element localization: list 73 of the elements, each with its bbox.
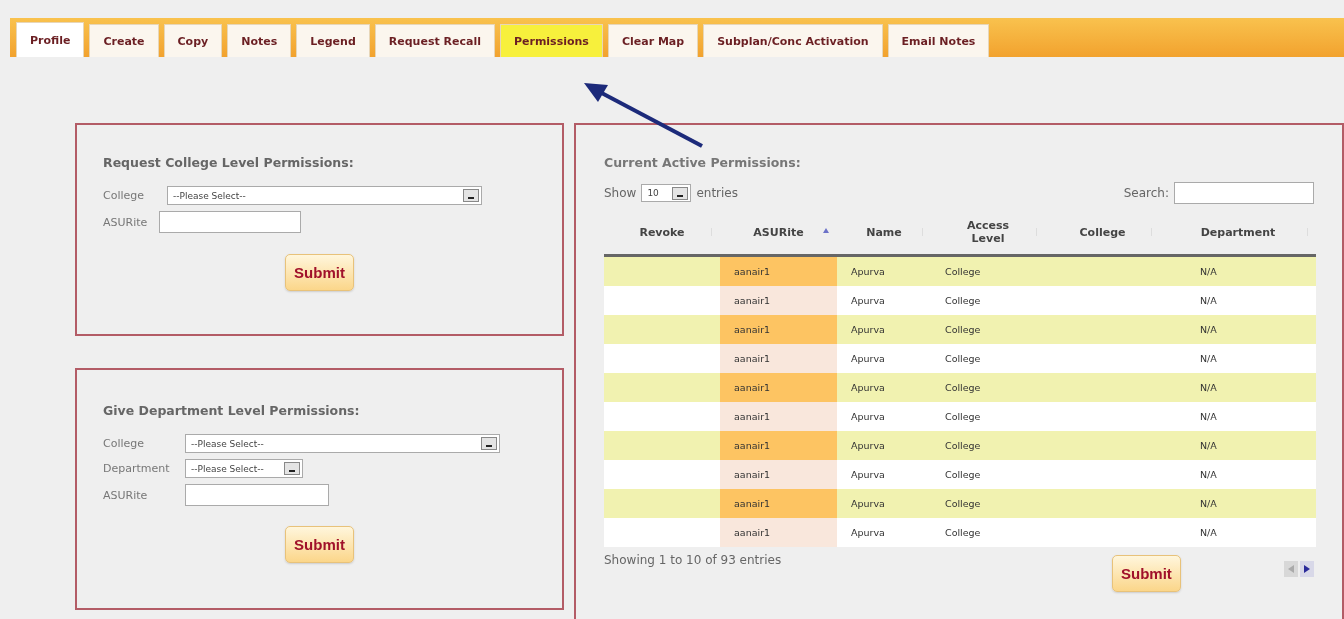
next-page-icon[interactable]	[1300, 561, 1314, 577]
table-cell: College	[931, 344, 1045, 373]
table-cell: aanair1	[720, 489, 837, 518]
table-cell: aanair1	[720, 373, 837, 402]
dropdown-field[interactable]: --Please Select--	[167, 186, 482, 205]
text-field[interactable]	[185, 484, 329, 506]
table-cell: N/A	[1160, 518, 1316, 547]
search-field[interactable]	[1174, 182, 1314, 204]
dropdown-field[interactable]: --Please Select--	[185, 459, 303, 478]
table-cell: Apurva	[837, 286, 931, 315]
table-cell: College	[931, 255, 1045, 286]
table-cell: College	[931, 315, 1045, 344]
table-cell: Apurva	[837, 518, 931, 547]
dropdown-field[interactable]: --Please Select--	[185, 434, 500, 453]
submit-button[interactable]: Submit	[1112, 555, 1181, 592]
table-cell: aanair1	[720, 518, 837, 547]
tab[interactable]: Profile	[16, 22, 85, 57]
table-cell: aanair1	[720, 344, 837, 373]
entries-info: Showing 1 to 10 of 93 entries	[604, 553, 783, 567]
table-cell: College	[931, 460, 1045, 489]
panel-title: Request College Level Permissions:	[103, 155, 355, 170]
table-cell: College	[931, 431, 1045, 460]
tab[interactable]: Legend	[296, 24, 370, 57]
table-cell: College	[931, 373, 1045, 402]
table-cell: aanair1	[720, 402, 837, 431]
submit-button[interactable]: Submit	[285, 526, 354, 563]
table-cell: N/A	[1160, 286, 1316, 315]
table-cell: College	[931, 518, 1045, 547]
table-cell: N/A	[1160, 255, 1316, 286]
field-label: ASURite	[103, 488, 149, 502]
table-cell: Apurva	[837, 460, 931, 489]
table-cell: Apurva	[837, 402, 931, 431]
table-cell: College	[931, 402, 1045, 431]
field-label: College	[103, 437, 146, 450]
field-label: College	[103, 189, 146, 202]
table-cell: N/A	[1160, 489, 1316, 518]
search-label: Search:	[1123, 186, 1169, 200]
tab[interactable]: Subplan/Conc Activation	[703, 24, 883, 57]
tab[interactable]: Clear Map	[607, 24, 699, 57]
tab[interactable]: Notes	[227, 24, 292, 57]
table-cell: aanair1	[720, 286, 837, 315]
tab[interactable]: Request Recall	[374, 24, 495, 57]
table-cell: N/A	[1160, 344, 1316, 373]
table-cell: N/A	[1160, 460, 1316, 489]
table-cell: N/A	[1160, 402, 1316, 431]
table-cell: Apurva	[837, 315, 931, 344]
show-label: Show	[604, 186, 637, 200]
table-cell: N/A	[1160, 315, 1316, 344]
table-cell: College	[931, 489, 1045, 518]
table-cell: aanair1	[720, 431, 837, 460]
table-cell: Apurva	[837, 489, 931, 518]
page-size-dropdown[interactable]: 10	[641, 184, 692, 202]
field-label: Department	[103, 462, 171, 475]
entries-label: entries	[696, 186, 738, 200]
table-cell: aanair1	[720, 315, 837, 344]
table-cell: Apurva	[837, 255, 931, 286]
panel-title: Give Department Level Permissions:	[103, 403, 361, 418]
table-cell: College	[931, 286, 1045, 315]
table-cell: aanair1	[720, 460, 837, 489]
table-cell: Apurva	[837, 344, 931, 373]
tab[interactable]: Email Notes	[887, 24, 990, 57]
text-field[interactable]	[159, 211, 301, 233]
table-cell: N/A	[1160, 431, 1316, 460]
table-cell: Apurva	[837, 373, 931, 402]
panel-title: Current Active Permissions:	[604, 155, 802, 170]
field-label: ASURite	[103, 215, 149, 229]
table-cell: N/A	[1160, 373, 1316, 402]
tab[interactable]: Permissions	[499, 24, 603, 57]
tab[interactable]: Create	[89, 24, 159, 57]
table-cell: aanair1	[720, 255, 837, 286]
table-cell: Apurva	[837, 431, 931, 460]
tab[interactable]: Copy	[163, 24, 223, 57]
submit-button[interactable]: Submit	[285, 254, 354, 291]
